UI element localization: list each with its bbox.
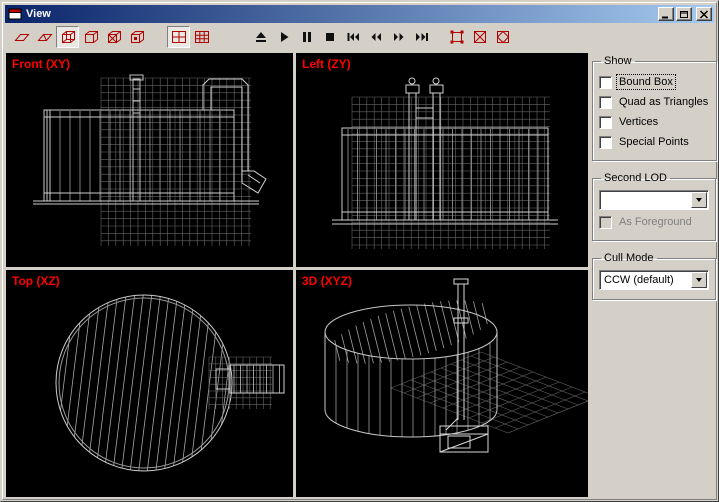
front-xy-wireframe — [6, 53, 293, 267]
window-inner-frame: View — [2, 2, 717, 500]
frame-corners-icon — [449, 29, 465, 45]
rewind-icon — [368, 29, 384, 45]
quad-as-triangles-checkbox[interactable] — [599, 96, 612, 109]
second-lod-groupbox-title: Second LOD — [601, 172, 670, 184]
frame-cross-button[interactable] — [468, 26, 491, 48]
cube-wireframe-button[interactable] — [56, 26, 79, 48]
top-xz-wireframe — [6, 270, 293, 497]
cull-mode-select[interactable]: CCW (default) — [599, 270, 709, 290]
fast-forward-icon — [391, 29, 407, 45]
side-panel: Show Bound Box Quad as Triangles Vertice… — [592, 55, 716, 311]
checkbox-row: Vertices — [599, 115, 710, 129]
viewport-label: Left (ZY) — [302, 57, 351, 71]
special-points-label[interactable]: Special Points — [617, 135, 691, 149]
layout-grid-3x3-button[interactable] — [190, 26, 213, 48]
viewport-3d-xyz[interactable]: 3D (XYZ) — [296, 270, 588, 497]
frame-diamond-button[interactable] — [491, 26, 514, 48]
layout-grid-2x2-button[interactable] — [167, 26, 190, 48]
stop-button[interactable] — [318, 26, 341, 48]
titlebar[interactable]: View — [5, 5, 714, 23]
play-button[interactable] — [272, 26, 295, 48]
checkbox-row: Bound Box — [599, 75, 710, 89]
viewport-front-xy[interactable]: Front (XY) — [6, 53, 293, 267]
show-groupbox: Show Bound Box Quad as Triangles Vertice… — [592, 55, 717, 161]
view-window: View — [0, 0, 719, 502]
reference-grid — [101, 78, 251, 246]
frame-cross-icon — [472, 29, 488, 45]
eject-icon — [253, 29, 269, 45]
minimize-button[interactable] — [658, 7, 674, 21]
toolbar — [5, 23, 714, 51]
bound-box-checkbox[interactable] — [599, 76, 612, 89]
eject-button[interactable] — [249, 26, 272, 48]
tank-ribs — [50, 111, 220, 201]
stop-icon — [322, 29, 338, 45]
xyz-3d-wireframe — [296, 270, 588, 497]
vertices-label[interactable]: Vertices — [617, 115, 660, 129]
cube-solid-icon — [83, 29, 99, 45]
window-title: View — [26, 8, 656, 20]
flat-quad-split-button[interactable] — [33, 26, 56, 48]
viewport-label: Top (XZ) — [12, 274, 60, 288]
viewport-label: 3D (XYZ) — [302, 274, 352, 288]
cube-marked-icon — [129, 29, 145, 45]
reference-grid — [352, 97, 550, 249]
frame-diamond-icon — [495, 29, 511, 45]
frame-corners-button[interactable] — [445, 26, 468, 48]
viewport-left-zy[interactable]: Left (ZY) — [296, 53, 588, 267]
second-lod-groupbox: Second LOD As Foreground — [592, 172, 716, 241]
as-foreground-label: As Foreground — [617, 215, 694, 229]
second-lod-select[interactable] — [599, 190, 709, 210]
maximize-icon — [679, 10, 689, 19]
second-lod-value — [600, 191, 690, 209]
center-mast — [130, 75, 143, 201]
special-points-checkbox[interactable] — [599, 136, 612, 149]
pause-icon — [299, 29, 315, 45]
left-zy-wireframe — [296, 53, 588, 267]
chevron-down-icon[interactable] — [691, 272, 707, 288]
tank-top-stripes — [331, 289, 491, 374]
bound-box-label[interactable]: Bound Box — [617, 75, 675, 89]
flat-quad-split-icon — [37, 29, 53, 45]
cube-wireframe-icon — [60, 29, 76, 45]
checkbox-row: As Foreground — [599, 215, 709, 229]
layout-grid-3x3-icon — [194, 29, 210, 45]
cube-cross-button[interactable] — [102, 26, 125, 48]
flat-quad-icon — [14, 29, 30, 45]
skip-start-button[interactable] — [341, 26, 364, 48]
fast-forward-button[interactable] — [387, 26, 410, 48]
play-icon — [276, 29, 292, 45]
tank-outline — [33, 110, 259, 204]
cull-mode-value: CCW (default) — [600, 271, 690, 289]
minimize-icon — [661, 10, 671, 19]
quad-as-triangles-label[interactable]: Quad as Triangles — [617, 95, 710, 109]
maximize-button[interactable] — [676, 7, 692, 21]
cull-mode-groupbox: Cull Mode CCW (default) — [592, 252, 716, 300]
cube-cross-icon — [106, 29, 122, 45]
skip-end-icon — [414, 29, 430, 45]
skip-end-button[interactable] — [410, 26, 433, 48]
flat-quad-button[interactable] — [10, 26, 33, 48]
rewind-button[interactable] — [364, 26, 387, 48]
show-groupbox-title: Show — [601, 55, 635, 67]
cube-solid-button[interactable] — [79, 26, 102, 48]
viewport-grid: Front (XY) Left (ZY) — [6, 53, 588, 497]
vertices-checkbox[interactable] — [599, 116, 612, 129]
pause-button[interactable] — [295, 26, 318, 48]
viewport-top-xz[interactable]: Top (XZ) — [6, 270, 293, 497]
close-button[interactable] — [696, 7, 712, 21]
app-icon — [8, 7, 22, 21]
as-foreground-checkbox — [599, 216, 612, 229]
layout-grid-2x2-icon — [171, 29, 187, 45]
close-icon — [699, 10, 709, 19]
tank-outline — [332, 128, 558, 224]
checkbox-row: Quad as Triangles — [599, 95, 710, 109]
cube-marked-button[interactable] — [125, 26, 148, 48]
skip-start-icon — [345, 29, 361, 45]
viewport-label: Front (XY) — [12, 57, 70, 71]
chevron-down-icon[interactable] — [691, 192, 707, 208]
tank-ribs — [348, 129, 538, 220]
cull-mode-groupbox-title: Cull Mode — [601, 252, 657, 264]
checkbox-row: Special Points — [599, 135, 710, 149]
